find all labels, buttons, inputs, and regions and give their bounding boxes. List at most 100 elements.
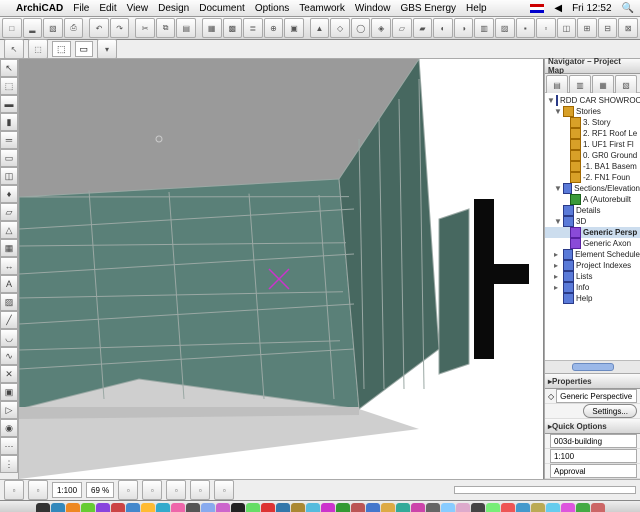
status-zoom[interactable]: 69 %: [86, 482, 114, 498]
nav-tab-2[interactable]: ▥: [569, 75, 591, 95]
tb-k[interactable]: ▪: [516, 18, 536, 38]
tool-object[interactable]: ♦: [0, 185, 18, 203]
tool-more1[interactable]: ⋯: [0, 437, 18, 455]
tb-fit[interactable]: ▣: [284, 18, 304, 38]
sb-7[interactable]: ▫: [214, 480, 234, 500]
sb-4[interactable]: ▫: [142, 480, 162, 500]
tb-n[interactable]: ⊞: [577, 18, 597, 38]
tb-d[interactable]: ◈: [371, 18, 391, 38]
tool-hotspot[interactable]: ✕: [0, 365, 18, 383]
dock-app-36[interactable]: [576, 503, 590, 512]
sb-5[interactable]: ▫: [166, 480, 186, 500]
tree-item[interactable]: -2. FN1 Foun: [545, 172, 640, 183]
tb-redo[interactable]: ↷: [110, 18, 130, 38]
menu-document[interactable]: Document: [199, 3, 245, 14]
tool-roof[interactable]: △: [0, 221, 18, 239]
tree-item[interactable]: ▼Sections/Elevation: [545, 183, 640, 194]
tb-layer[interactable]: ≣: [243, 18, 263, 38]
tool-spline[interactable]: ∿: [0, 347, 18, 365]
tool-fill[interactable]: ▨: [0, 293, 18, 311]
tool-text[interactable]: A: [0, 275, 18, 293]
quick-layer[interactable]: 003d-building: [550, 434, 637, 448]
tb-o[interactable]: ⊟: [598, 18, 618, 38]
dock-app-35[interactable]: [561, 503, 575, 512]
tb-c[interactable]: ◯: [351, 18, 371, 38]
dock-app-2[interactable]: [66, 503, 80, 512]
dock-app-6[interactable]: [126, 503, 140, 512]
tb-copy[interactable]: ⧉: [156, 18, 176, 38]
opt-a[interactable]: ▾: [97, 39, 117, 59]
geometry-1[interactable]: ⬚: [52, 41, 71, 57]
dock-app-27[interactable]: [441, 503, 455, 512]
tb-cut[interactable]: ✂: [135, 18, 155, 38]
dock-app-13[interactable]: [231, 503, 245, 512]
tb-l[interactable]: ▫: [536, 18, 556, 38]
dock-app-26[interactable]: [426, 503, 440, 512]
tool-arc[interactable]: ◡: [0, 329, 18, 347]
dock-app-14[interactable]: [246, 503, 260, 512]
dock-app-20[interactable]: [336, 503, 350, 512]
app-name[interactable]: ArchiCAD: [16, 3, 63, 14]
tree-item[interactable]: Generic Persp: [545, 227, 640, 238]
dock-app-30[interactable]: [486, 503, 500, 512]
dock[interactable]: [0, 500, 640, 512]
tool-door[interactable]: ◫: [0, 167, 18, 185]
sb-6[interactable]: ▫: [190, 480, 210, 500]
tree-item[interactable]: ▸Project Indexes: [545, 260, 640, 271]
properties-header[interactable]: ▸ Properties: [545, 374, 640, 389]
dock-app-5[interactable]: [111, 503, 125, 512]
tree-item[interactable]: A (Autorebuilt: [545, 194, 640, 205]
tool-more2[interactable]: ⋮: [0, 455, 18, 473]
tree-item[interactable]: -1. BA1 Basem: [545, 161, 640, 172]
dock-app-34[interactable]: [546, 503, 560, 512]
tb-m[interactable]: ◫: [557, 18, 577, 38]
dock-app-31[interactable]: [501, 503, 515, 512]
tree-item[interactable]: ▼RDD CAR SHOWROOM: [545, 95, 640, 106]
speaker-icon[interactable]: ◀: [554, 3, 562, 14]
arrow-mode[interactable]: ↖: [4, 39, 24, 59]
dock-app-18[interactable]: [306, 503, 320, 512]
tree-item[interactable]: ▸Info: [545, 282, 640, 293]
dock-app-8[interactable]: [156, 503, 170, 512]
tb-b[interactable]: ◇: [330, 18, 350, 38]
dock-app-0[interactable]: [36, 503, 50, 512]
quick-options-header[interactable]: ▸ Quick Options: [545, 419, 640, 434]
dock-app-11[interactable]: [201, 503, 215, 512]
dock-app-21[interactable]: [351, 503, 365, 512]
clock[interactable]: Fri 12:52: [572, 3, 611, 14]
tool-marquee[interactable]: ⬚: [0, 77, 18, 95]
tool-column[interactable]: ▮: [0, 113, 18, 131]
tb-f[interactable]: ▰: [413, 18, 433, 38]
dock-app-29[interactable]: [471, 503, 485, 512]
tool-arrow[interactable]: ↖: [0, 59, 18, 77]
geometry-2[interactable]: ▭: [75, 41, 94, 57]
tb-h[interactable]: ◑: [454, 18, 474, 38]
tb-save[interactable]: ▧: [43, 18, 63, 38]
menu-help[interactable]: Help: [466, 3, 487, 14]
tree-item[interactable]: Help: [545, 293, 640, 304]
menu-options[interactable]: Options: [255, 3, 289, 14]
tool-section[interactable]: ▷: [0, 401, 18, 419]
navigator-tree[interactable]: ▼RDD CAR SHOWROOM▼Stories3. Story2. RF1 …: [545, 93, 640, 360]
nav-tab-1[interactable]: ▤: [546, 75, 568, 95]
quick-approval[interactable]: Approval: [550, 464, 637, 478]
settings-button[interactable]: Settings...: [583, 404, 637, 418]
tool-camera[interactable]: ◉: [0, 419, 18, 437]
tree-item[interactable]: 0. GR0 Ground: [545, 150, 640, 161]
dock-app-19[interactable]: [321, 503, 335, 512]
tb-undo[interactable]: ↶: [89, 18, 109, 38]
tb-j[interactable]: ▨: [495, 18, 515, 38]
tb-new[interactable]: □: [2, 18, 22, 38]
dock-app-15[interactable]: [261, 503, 275, 512]
tb-3d[interactable]: ▦: [202, 18, 222, 38]
dock-app-10[interactable]: [186, 503, 200, 512]
dock-app-33[interactable]: [531, 503, 545, 512]
tb-zoom[interactable]: ⊕: [264, 18, 284, 38]
tb-a[interactable]: ▲: [310, 18, 330, 38]
tree-item[interactable]: ▼3D: [545, 216, 640, 227]
tb-e[interactable]: ▱: [392, 18, 412, 38]
tb-g[interactable]: ◐: [433, 18, 453, 38]
tb-i[interactable]: ▥: [474, 18, 494, 38]
3d-viewport[interactable]: [19, 59, 544, 479]
dock-app-32[interactable]: [516, 503, 530, 512]
